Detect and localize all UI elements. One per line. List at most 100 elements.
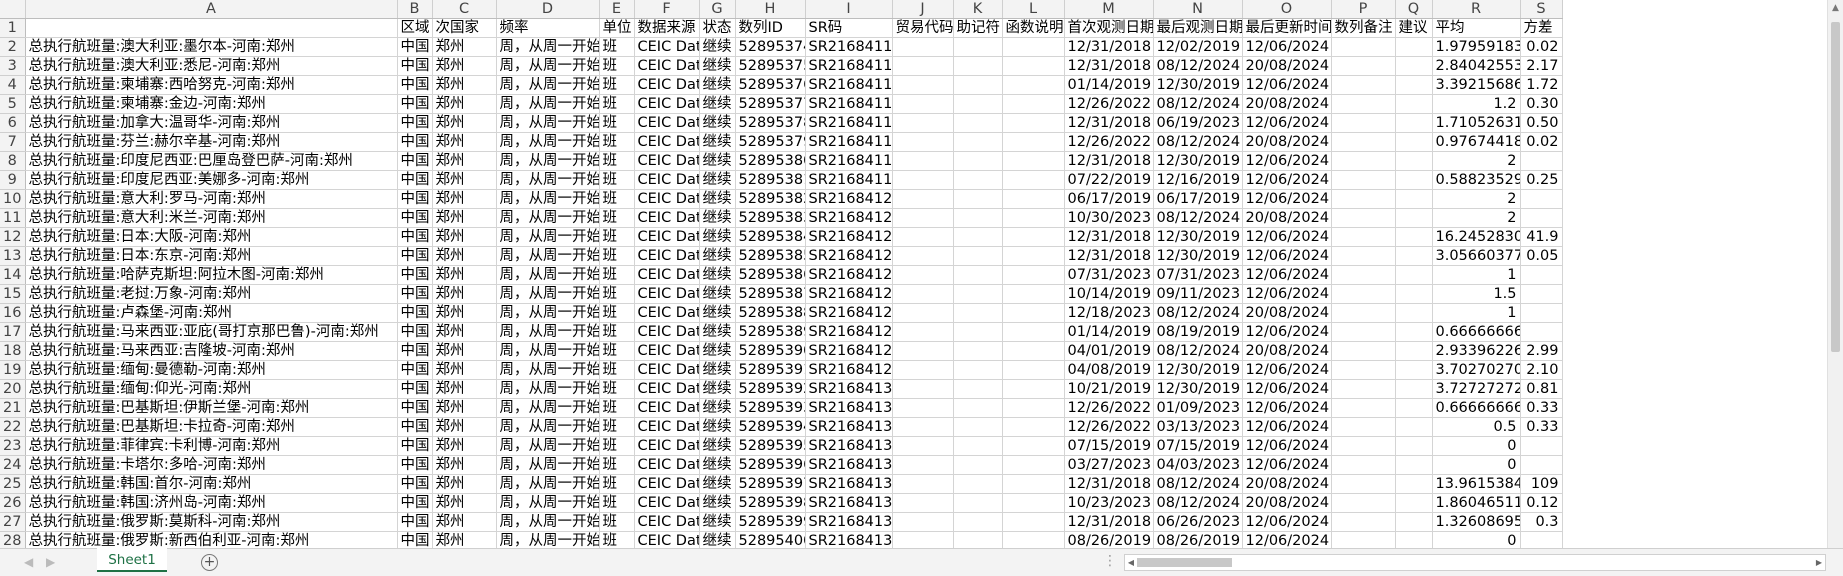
cell-N22[interactable]: 03/13/2023 (1153, 417, 1243, 437)
cell-N28[interactable]: 08/26/2019 (1153, 531, 1243, 548)
cell-F18[interactable]: CEIC Data (634, 341, 700, 361)
cell-N12[interactable]: 12/30/2019 (1153, 227, 1243, 247)
cell-Q6[interactable] (1395, 113, 1433, 133)
cell-E24[interactable]: 班 (599, 455, 635, 475)
horizontal-scrollbar[interactable]: ◀ ▶ (1124, 554, 1826, 571)
cell-A3[interactable]: 总执行航班量:澳大利亚:悉尼-河南:郑州 (25, 56, 398, 76)
cell-K17[interactable] (953, 322, 1003, 342)
cell-F27[interactable]: CEIC Data (634, 512, 700, 532)
column-header-P[interactable]: P (1331, 0, 1396, 19)
cell-K13[interactable] (953, 246, 1003, 266)
cell-E26[interactable]: 班 (599, 493, 635, 513)
cell-N25[interactable]: 08/12/2024 (1153, 474, 1243, 494)
cell-C16[interactable]: 郑州 (432, 303, 497, 323)
cell-D8[interactable]: 周，从周一开始 (496, 151, 600, 171)
cell-R2[interactable]: 1.979591837 (1432, 37, 1521, 57)
cell-E25[interactable]: 班 (599, 474, 635, 494)
cell-C23[interactable]: 郑州 (432, 436, 497, 456)
cell-O14[interactable]: 12/06/2024 (1242, 265, 1332, 285)
cell-R23[interactable]: 0 (1432, 436, 1521, 456)
row-header[interactable]: 8 (0, 151, 26, 171)
cell-B20[interactable]: 中国 (397, 379, 433, 399)
cell-I24[interactable]: SR216841347 (805, 455, 893, 475)
cell-N6[interactable]: 06/19/2023 (1153, 113, 1243, 133)
cell-S9[interactable]: 0.25 (1520, 170, 1563, 190)
cell-J5[interactable] (892, 94, 954, 114)
cell-Q2[interactable] (1395, 37, 1433, 57)
cell-N13[interactable]: 12/30/2019 (1153, 246, 1243, 266)
cell-M13[interactable]: 12/31/2018 (1064, 246, 1154, 266)
row-header[interactable]: 7 (0, 132, 26, 152)
cell-Q13[interactable] (1395, 246, 1433, 266)
cell-Q25[interactable] (1395, 474, 1433, 494)
cell-Q3[interactable] (1395, 56, 1433, 76)
cell-M5[interactable]: 12/26/2022 (1064, 94, 1154, 114)
cell-K9[interactable] (953, 170, 1003, 190)
cell-R9[interactable]: 0.588235294 (1432, 170, 1521, 190)
cell-C28[interactable]: 郑州 (432, 531, 497, 548)
cell-I10[interactable]: SR216841207 (805, 189, 893, 209)
row-header[interactable]: 24 (0, 455, 26, 475)
cell-A23[interactable]: 总执行航班量:菲律宾:卡利博-河南:郑州 (25, 436, 398, 456)
cell-G12[interactable]: 继续 (699, 227, 736, 247)
cell-H27[interactable]: 528953997 (735, 512, 806, 532)
cell-I28[interactable]: SR216841387 (805, 531, 893, 548)
cell-I7[interactable]: SR216841177 (805, 132, 893, 152)
cell-M18[interactable]: 04/01/2019 (1064, 341, 1154, 361)
cell-K22[interactable] (953, 417, 1003, 437)
cell-E14[interactable]: 班 (599, 265, 635, 285)
cell-B6[interactable]: 中国 (397, 113, 433, 133)
cell-M22[interactable]: 12/26/2022 (1064, 417, 1154, 437)
cell-L15[interactable] (1002, 284, 1065, 304)
cell-J17[interactable] (892, 322, 954, 342)
prev-sheet-icon[interactable]: ◀ (24, 555, 33, 569)
cell-J12[interactable] (892, 227, 954, 247)
cell-G13[interactable]: 继续 (699, 246, 736, 266)
cell-B21[interactable]: 中国 (397, 398, 433, 418)
row-header[interactable]: 26 (0, 493, 26, 513)
cell-K24[interactable] (953, 455, 1003, 475)
cell-Q21[interactable] (1395, 398, 1433, 418)
cell-B25[interactable]: 中国 (397, 474, 433, 494)
cell-A9[interactable]: 总执行航班量:印度尼西亚:美娜多-河南:郑州 (25, 170, 398, 190)
cell-I26[interactable]: SR216841367 (805, 493, 893, 513)
cell-C26[interactable]: 郑州 (432, 493, 497, 513)
cell-L28[interactable] (1002, 531, 1065, 548)
cell-H11[interactable]: 528953837 (735, 208, 806, 228)
cell-B10[interactable]: 中国 (397, 189, 433, 209)
cell-K26[interactable] (953, 493, 1003, 513)
cell-D12[interactable]: 周，从周一开始 (496, 227, 600, 247)
cell-D20[interactable]: 周，从周一开始 (496, 379, 600, 399)
cell-E2[interactable]: 班 (599, 37, 635, 57)
cell-D7[interactable]: 周，从周一开始 (496, 132, 600, 152)
spreadsheet-grid[interactable]: ABCDEFGHIJKLMNOPQRS 1 区域 次国家 频率 单位 数据来源 状态 数列ID… (0, 0, 1827, 548)
cell-F24[interactable]: CEIC Data (634, 455, 700, 475)
cell-H3[interactable]: 528953757 (735, 56, 806, 76)
cell-B3[interactable]: 中国 (397, 56, 433, 76)
cell-A11[interactable]: 总执行航班量:意大利:米兰-河南:郑州 (25, 208, 398, 228)
cell-G15[interactable]: 继续 (699, 284, 736, 304)
cell-E21[interactable]: 班 (599, 398, 635, 418)
cell-I3[interactable]: SR216841137 (805, 56, 893, 76)
cell-I23[interactable]: SR216841337 (805, 436, 893, 456)
cell-H9[interactable]: 528953817 (735, 170, 806, 190)
cell-O18[interactable]: 20/08/2024 (1242, 341, 1332, 361)
cell-L10[interactable] (1002, 189, 1065, 209)
next-sheet-icon[interactable]: ▶ (46, 555, 55, 569)
cell-I27[interactable]: SR216841377 (805, 512, 893, 532)
cell-N15[interactable]: 09/11/2023 (1153, 284, 1243, 304)
cell-S16[interactable] (1520, 303, 1563, 323)
cell-Q24[interactable] (1395, 455, 1433, 475)
cell-D11[interactable]: 周，从周一开始 (496, 208, 600, 228)
cell-H22[interactable]: 528953947 (735, 417, 806, 437)
cell-G5[interactable]: 继续 (699, 94, 736, 114)
cell-B27[interactable]: 中国 (397, 512, 433, 532)
column-header-H[interactable]: H (735, 0, 806, 19)
cell-E7[interactable]: 班 (599, 132, 635, 152)
cell-H17[interactable]: 528953897 (735, 322, 806, 342)
cell-R6[interactable]: 1.710526316 (1432, 113, 1521, 133)
cell-E3[interactable]: 班 (599, 56, 635, 76)
cell-G26[interactable]: 继续 (699, 493, 736, 513)
cell-D9[interactable]: 周，从周一开始 (496, 170, 600, 190)
cell-I21[interactable]: SR216841317 (805, 398, 893, 418)
